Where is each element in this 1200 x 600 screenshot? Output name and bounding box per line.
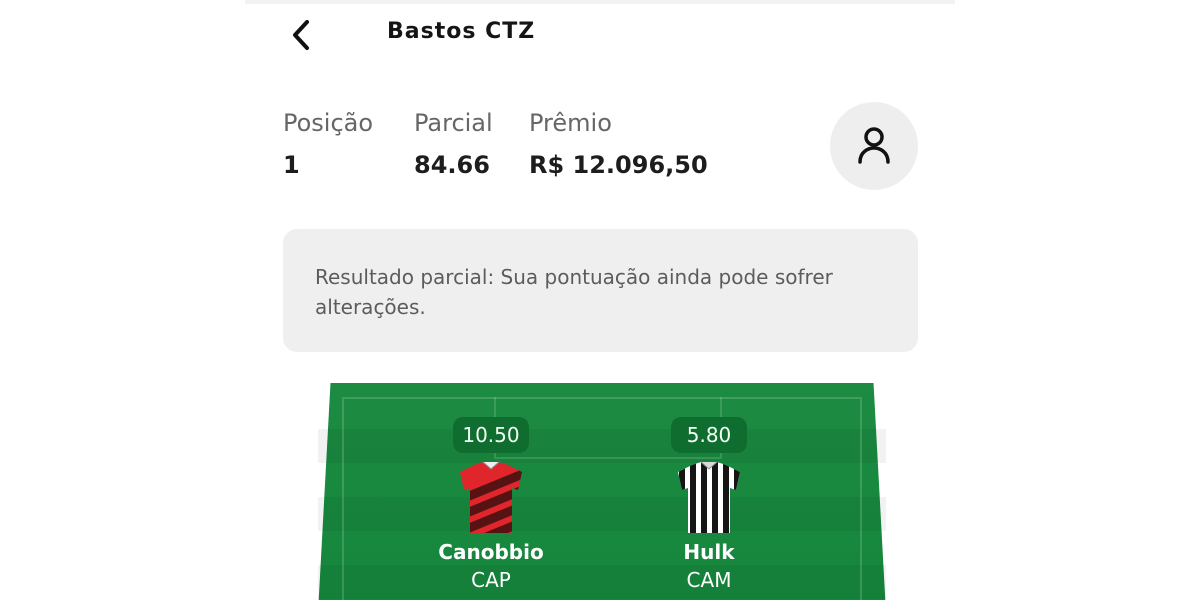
position-stat: Posição 1 (283, 108, 373, 180)
back-button[interactable] (283, 16, 319, 54)
partial-value: 84.66 (414, 151, 490, 179)
player-name: Canobbio (438, 540, 544, 564)
red-black-striped-jersey-icon (455, 461, 527, 535)
football-field: 10.50 Canobbio CAP 5.80 Hulk CAM (318, 383, 886, 600)
chevron-left-icon (293, 20, 309, 50)
player-card-hulk[interactable]: 5.80 Hulk CAM (644, 417, 774, 595)
notice-text: Resultado parcial: Sua pontuação ainda p… (315, 265, 833, 319)
position-label: Posição (283, 109, 374, 137)
top-divider (245, 0, 955, 4)
player-score-badge: 10.50 (453, 417, 529, 453)
player-team: CAM (686, 568, 732, 592)
black-white-striped-jersey-icon (673, 461, 745, 535)
partial-result-notice: Resultado parcial: Sua pontuação ainda p… (283, 229, 918, 352)
prize-label: Prêmio (529, 109, 612, 137)
team-detail-screen: Bastos CTZ Posição 1 Parcial 84.66 Prêmi… (0, 0, 1200, 600)
profile-button[interactable] (830, 102, 918, 190)
player-name: Hulk (683, 540, 735, 564)
prize-value: R$ 12.096,50 (529, 151, 708, 179)
player-team: CAP (471, 568, 511, 592)
position-value: 1 (283, 151, 300, 179)
player-card-canobbio[interactable]: 10.50 Canobbio CAP (426, 417, 556, 595)
partial-stat: Parcial 84.66 (414, 108, 493, 180)
prize-stat: Prêmio R$ 12.096,50 (529, 108, 708, 180)
partial-label: Parcial (414, 109, 493, 137)
player-score-badge: 5.80 (671, 417, 747, 453)
user-icon (858, 127, 890, 164)
page-title: Bastos CTZ (387, 19, 536, 44)
